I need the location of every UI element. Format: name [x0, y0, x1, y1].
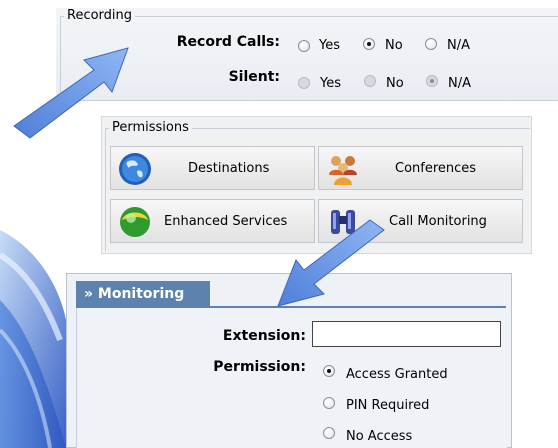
- arrow-to-recording: [13, 47, 129, 139]
- arrow-to-monitoring: [277, 219, 385, 307]
- callout-arrows: [13, 47, 385, 307]
